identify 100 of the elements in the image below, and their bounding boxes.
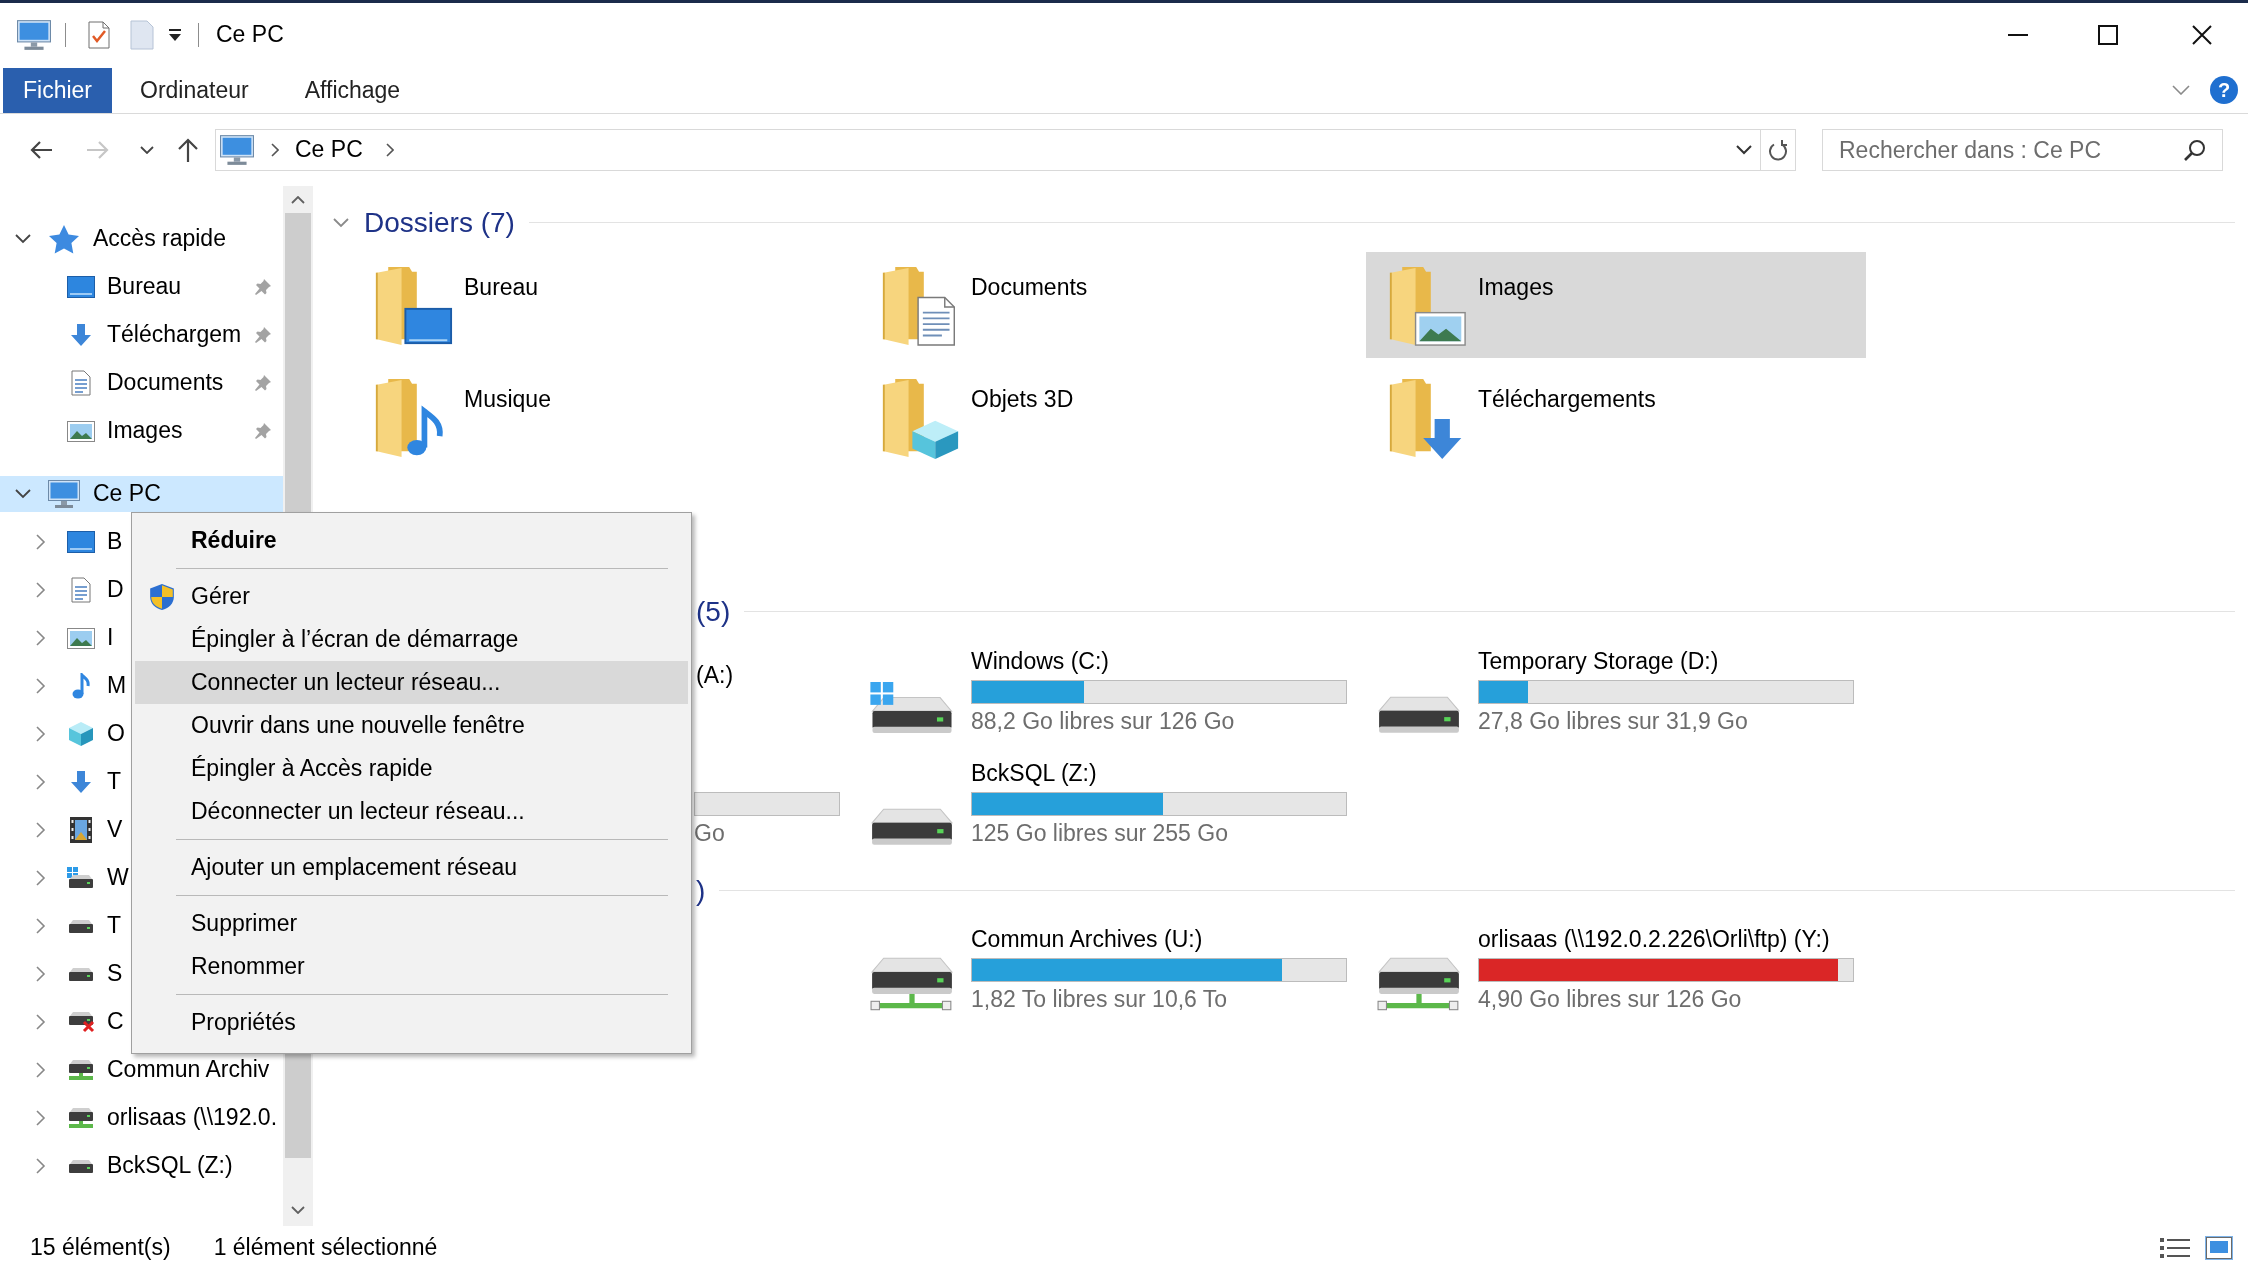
pin-icon[interactable] bbox=[254, 422, 272, 440]
drive-icon bbox=[870, 682, 954, 734]
menu-item[interactable]: Ouvrir dans une nouvelle fenêtre bbox=[135, 704, 688, 747]
chevron-down-icon[interactable] bbox=[15, 489, 31, 499]
nav-item[interactable]: Accès rapide bbox=[0, 221, 226, 257]
menu-item[interactable]: Supprimer bbox=[135, 902, 688, 945]
chevron-right-icon[interactable] bbox=[36, 630, 46, 646]
nav-item[interactable]: Téléchargem bbox=[0, 317, 283, 353]
nav-item[interactable]: B bbox=[0, 524, 123, 560]
free-space-text: 4,90 Go libres sur 126 Go bbox=[1478, 985, 1742, 1014]
drive-icon bbox=[1377, 696, 1461, 734]
folder-tile[interactable]: Documents bbox=[859, 252, 1359, 358]
nav-item[interactable]: Images bbox=[0, 413, 283, 449]
chevron-right-icon[interactable] bbox=[271, 143, 279, 157]
chevron-right-icon[interactable] bbox=[36, 822, 46, 838]
nav-item[interactable]: T bbox=[0, 764, 122, 800]
chevron-right-icon[interactable] bbox=[36, 774, 46, 790]
nav-item[interactable]: Commun Archiv bbox=[0, 1052, 270, 1088]
chevron-down-icon[interactable] bbox=[15, 234, 31, 244]
chevron-down-icon[interactable] bbox=[140, 146, 154, 154]
dropdown-icon[interactable] bbox=[168, 28, 182, 41]
chevron-down-icon[interactable] bbox=[291, 1206, 305, 1214]
status-text: 15 élément(s) bbox=[30, 1233, 171, 1263]
nav-item[interactable]: BckSQL (Z:) bbox=[0, 1148, 233, 1184]
nav-item[interactable]: orlisaas (\\192.0. bbox=[0, 1100, 278, 1136]
film-icon bbox=[70, 817, 92, 843]
menu-item[interactable]: Connecter un lecteur réseau... bbox=[135, 661, 688, 704]
chevron-right-icon[interactable] bbox=[385, 143, 394, 157]
details-view-icon[interactable] bbox=[2160, 1237, 2190, 1259]
help-button[interactable]: ? bbox=[2210, 75, 2238, 104]
group-header[interactable]: ) bbox=[696, 873, 706, 908]
folder-tile[interactable]: Images bbox=[1366, 252, 1866, 358]
up-arrow-icon[interactable] bbox=[177, 137, 199, 163]
nav-item[interactable]: S bbox=[0, 956, 123, 992]
page-tick-icon[interactable] bbox=[88, 20, 110, 49]
monitor-icon bbox=[48, 480, 80, 508]
chevron-up-icon[interactable] bbox=[291, 196, 305, 204]
group-header[interactable]: (5) bbox=[696, 594, 731, 629]
menu-item[interactable]: Renommer bbox=[135, 945, 688, 988]
chevron-right-icon[interactable] bbox=[36, 966, 46, 982]
nav-item[interactable]: I bbox=[0, 620, 114, 656]
refresh-button[interactable] bbox=[1761, 129, 1796, 171]
folder-tile[interactable]: Téléchargements bbox=[1366, 364, 1866, 470]
folder-tile[interactable]: Bureau bbox=[352, 252, 852, 358]
menu-item[interactable]: Réduire bbox=[135, 519, 688, 562]
search-icon[interactable] bbox=[2184, 139, 2206, 161]
group-header[interactable]: Dossiers (7) bbox=[364, 205, 515, 240]
document-icon bbox=[71, 370, 91, 396]
nav-item[interactable]: D bbox=[0, 572, 124, 608]
free-space-text: Go bbox=[694, 819, 725, 848]
folder-tile[interactable]: Objets 3D bbox=[859, 364, 1359, 470]
menu-item[interactable]: Épingler à Accès rapide bbox=[135, 747, 688, 790]
minimize-icon[interactable] bbox=[2008, 33, 2028, 36]
chevron-right-icon[interactable] bbox=[36, 534, 46, 550]
menu-item[interactable]: Déconnecter un lecteur réseau... bbox=[135, 790, 688, 833]
large-icons-view-icon[interactable] bbox=[2206, 1237, 2232, 1259]
chevron-right-icon[interactable] bbox=[36, 1062, 46, 1078]
menu-item[interactable]: Propriétés bbox=[135, 1001, 688, 1044]
desktop-icon bbox=[67, 276, 95, 298]
chevron-down-icon[interactable] bbox=[1736, 145, 1752, 155]
address-bar[interactable]: Ce PC bbox=[215, 129, 1761, 171]
monitor-icon bbox=[220, 135, 254, 165]
nav-item[interactable]: O bbox=[0, 716, 125, 752]
chevron-right-icon[interactable] bbox=[36, 1110, 46, 1126]
drive-name: Temporary Storage (D:) bbox=[1478, 647, 1719, 676]
nav-item[interactable]: Documents bbox=[0, 365, 283, 401]
nav-item[interactable]: M bbox=[0, 668, 127, 704]
nav-item[interactable]: T bbox=[0, 908, 122, 944]
picture-icon bbox=[67, 420, 95, 442]
nav-item[interactable]: Bureau bbox=[0, 269, 283, 305]
pin-icon[interactable] bbox=[254, 374, 272, 392]
nav-item[interactable]: C bbox=[0, 1004, 124, 1040]
chevron-right-icon[interactable] bbox=[36, 1014, 46, 1030]
folder-tile[interactable]: Musique bbox=[352, 364, 852, 470]
pin-icon[interactable] bbox=[254, 326, 272, 344]
chevron-right-icon[interactable] bbox=[36, 582, 46, 598]
chevron-right-icon[interactable] bbox=[36, 1158, 46, 1174]
ribbon-tab[interactable]: Ordinateur bbox=[112, 68, 277, 113]
ribbon-tab[interactable]: Affichage bbox=[276, 68, 429, 113]
maximize-icon[interactable] bbox=[2098, 24, 2118, 45]
chevron-right-icon[interactable] bbox=[36, 870, 46, 886]
drive-icon bbox=[67, 1158, 95, 1174]
chevron-right-icon[interactable] bbox=[36, 678, 46, 694]
nav-item[interactable]: W bbox=[0, 860, 129, 896]
nav-item[interactable]: Ce PC bbox=[0, 476, 283, 512]
menu-item[interactable]: Gérer bbox=[135, 575, 688, 618]
nav-item[interactable]: V bbox=[0, 812, 123, 848]
chevron-right-icon[interactable] bbox=[36, 918, 46, 934]
chevron-right-icon[interactable] bbox=[36, 726, 46, 742]
refresh-icon[interactable] bbox=[1768, 139, 1788, 161]
file-tab[interactable]: Fichier bbox=[3, 68, 112, 113]
back-arrow-icon[interactable] bbox=[29, 140, 53, 160]
breadcrumb-item[interactable]: Ce PC bbox=[295, 135, 363, 165]
menu-item[interactable]: Épingler à l’écran de démarrage bbox=[135, 618, 688, 661]
close-icon[interactable] bbox=[2192, 24, 2212, 45]
drive-icon bbox=[67, 918, 95, 934]
drive-name: (A:) bbox=[696, 661, 734, 690]
pin-icon[interactable] bbox=[254, 278, 272, 296]
search-field[interactable]: Rechercher dans : Ce PC bbox=[1822, 129, 2223, 171]
menu-item[interactable]: Ajouter un emplacement réseau bbox=[135, 846, 688, 889]
